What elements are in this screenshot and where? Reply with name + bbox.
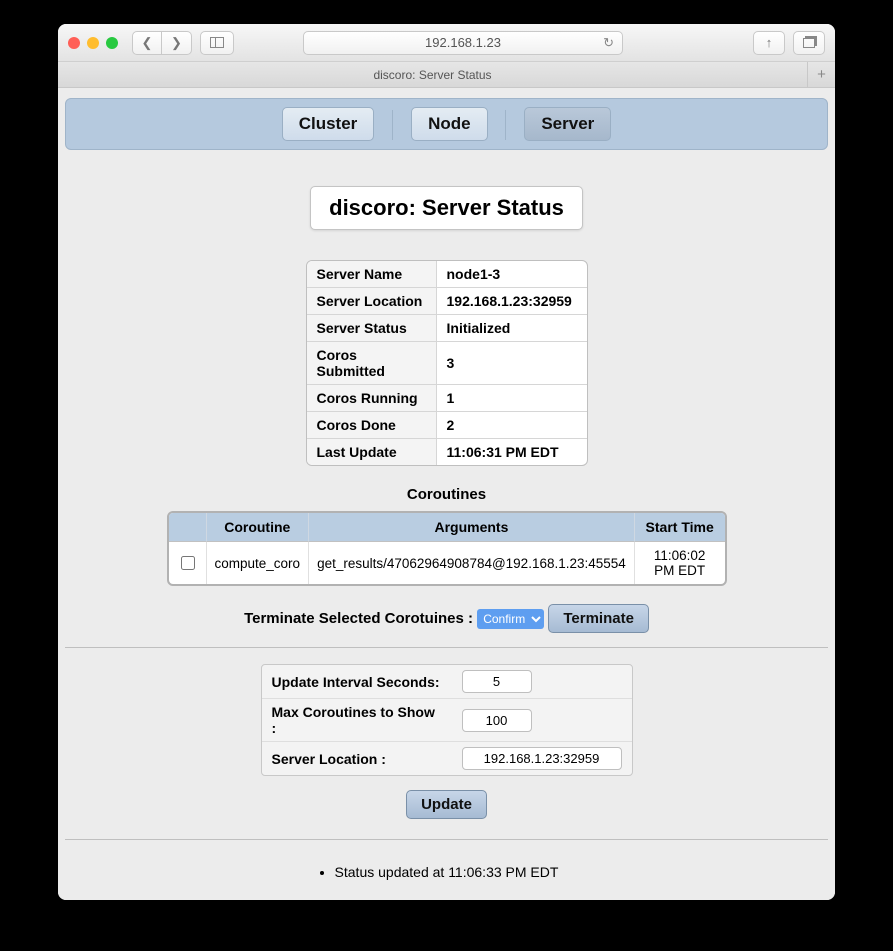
- settings-input[interactable]: [462, 670, 532, 693]
- nav-server[interactable]: Server: [524, 107, 611, 141]
- divider: [65, 647, 828, 648]
- coro-column-header: Coroutine: [207, 513, 310, 542]
- reload-icon[interactable]: ↻: [603, 35, 614, 51]
- share-icon: ↑: [766, 35, 773, 50]
- address-text: 192.168.1.23: [425, 35, 501, 50]
- coro-start-time: 11:06:02 PM EDT: [635, 542, 725, 584]
- terminate-button[interactable]: Terminate: [548, 604, 649, 633]
- address-bar-container: 192.168.1.23 ↻: [303, 31, 623, 55]
- settings-row: Update Interval Seconds:: [262, 665, 632, 699]
- sidebar-toggle-button[interactable]: [200, 31, 234, 55]
- settings-label: Server Location :: [262, 742, 452, 775]
- address-bar[interactable]: 192.168.1.23 ↻: [303, 31, 623, 55]
- status-key: Server Name: [307, 261, 437, 288]
- settings-label: Max Coroutines to Show :: [262, 699, 452, 742]
- zoom-window-icon[interactable]: [106, 37, 118, 49]
- nav-separator: [505, 110, 506, 140]
- status-value: 192.168.1.23:32959: [437, 288, 587, 315]
- status-value: 11:06:31 PM EDT: [437, 439, 587, 465]
- nav-separator: [392, 110, 393, 140]
- sidebar-icon: [210, 37, 224, 48]
- settings-input[interactable]: [462, 747, 622, 770]
- status-key: Coros Submitted: [307, 342, 437, 385]
- tabs-overview-button[interactable]: [793, 31, 825, 55]
- status-row: Coros Submitted3: [307, 342, 587, 385]
- nav-back-forward: ❮ ❯: [132, 31, 192, 55]
- browser-window: ❮ ❯ 192.168.1.23 ↻ ↑ discoro: Server Sta…: [58, 24, 835, 900]
- titlebar: ❮ ❯ 192.168.1.23 ↻ ↑: [58, 24, 835, 62]
- coro-column-header: Arguments: [309, 513, 635, 542]
- coroutines-table: CoroutineArgumentsStart Timecompute_coro…: [167, 511, 727, 586]
- tab-active[interactable]: discoro: Server Status: [58, 62, 807, 88]
- status-row: Server StatusInitialized: [307, 315, 587, 342]
- server-status-table: Server Namenode1-3Server Location192.168…: [306, 260, 588, 466]
- status-row: Coros Running1: [307, 385, 587, 412]
- terminate-confirm-select[interactable]: Confirm: [477, 609, 544, 629]
- status-value: node1-3: [437, 261, 587, 288]
- tab-bar: discoro: Server Status +: [58, 62, 835, 88]
- status-key: Coros Running: [307, 385, 437, 412]
- status-key: Coros Done: [307, 412, 437, 439]
- status-message: Status updated at 11:06:33 PM EDT: [335, 864, 559, 880]
- coro-select-checkbox[interactable]: [181, 556, 195, 570]
- coro-column-header: Start Time: [635, 513, 725, 542]
- update-button[interactable]: Update: [406, 790, 487, 819]
- status-key: Server Status: [307, 315, 437, 342]
- status-value: 1: [437, 385, 587, 412]
- page-content: Cluster Node Server discoro: Server Stat…: [58, 88, 835, 900]
- tabs-icon: [803, 38, 815, 48]
- coro-column-header: [169, 513, 207, 542]
- status-key: Server Location: [307, 288, 437, 315]
- terminate-row: Terminate Selected Corotuines : Confirm …: [65, 604, 828, 633]
- tab-label: discoro: Server Status: [373, 68, 491, 82]
- nav-cluster[interactable]: Cluster: [282, 107, 375, 141]
- close-window-icon[interactable]: [68, 37, 80, 49]
- page-title: discoro: Server Status: [310, 186, 583, 230]
- settings-label: Update Interval Seconds:: [262, 665, 452, 699]
- status-row: Coros Done2: [307, 412, 587, 439]
- terminate-label: Terminate Selected Corotuines :: [244, 610, 473, 627]
- minimize-window-icon[interactable]: [87, 37, 99, 49]
- settings-input[interactable]: [462, 709, 532, 732]
- coro-args: get_results/47062964908784@192.168.1.23:…: [309, 542, 635, 584]
- status-row: Last Update11:06:31 PM EDT: [307, 439, 587, 465]
- settings-row: Server Location :: [262, 742, 632, 775]
- status-value: 2: [437, 412, 587, 439]
- table-row: compute_coroget_results/47062964908784@1…: [169, 542, 725, 584]
- view-selector: Cluster Node Server: [65, 98, 828, 150]
- back-button[interactable]: ❮: [132, 31, 162, 55]
- settings-table: Update Interval Seconds:Max Coroutines t…: [261, 664, 633, 776]
- status-value: 3: [437, 342, 587, 385]
- coro-name: compute_coro: [207, 542, 310, 584]
- status-key: Last Update: [307, 439, 437, 465]
- status-message-list: Status updated at 11:06:33 PM EDT: [335, 864, 559, 880]
- status-row: Server Location192.168.1.23:32959: [307, 288, 587, 315]
- forward-button[interactable]: ❯: [162, 31, 192, 55]
- settings-row: Max Coroutines to Show :: [262, 699, 632, 742]
- status-row: Server Namenode1-3: [307, 261, 587, 288]
- new-tab-button[interactable]: +: [807, 62, 835, 88]
- nav-node[interactable]: Node: [411, 107, 488, 141]
- divider: [65, 839, 828, 840]
- window-controls: [68, 37, 118, 49]
- status-value: Initialized: [437, 315, 587, 342]
- share-button[interactable]: ↑: [753, 31, 785, 55]
- coroutines-header: Coroutines: [65, 486, 828, 503]
